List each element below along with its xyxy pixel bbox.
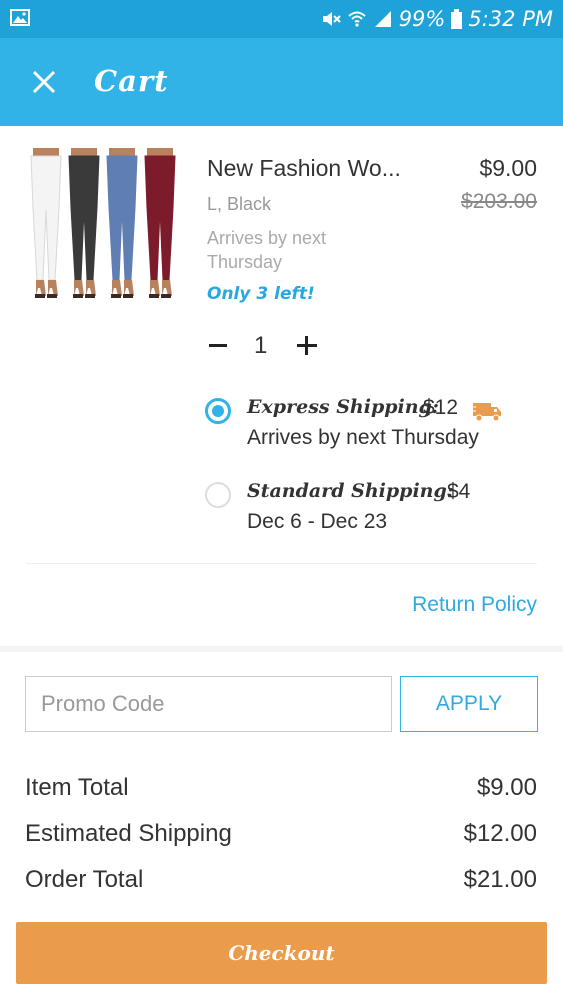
- close-icon[interactable]: [28, 66, 60, 98]
- truck-icon: [471, 403, 501, 422]
- order-total-value: $21.00: [463, 866, 537, 893]
- express-shipping-label: Express Shipping:: [247, 396, 439, 418]
- order-total-label: Order Total: [25, 866, 144, 893]
- battery-percent: 99%: [398, 7, 446, 31]
- stock-notice: Only 3 left!: [207, 284, 315, 304]
- clock: 5:32 PM: [468, 7, 553, 31]
- standard-shipping-dates: Dec 6 - Dec 23: [247, 510, 388, 533]
- promo-code-input[interactable]: [25, 676, 392, 732]
- item-total-value: $9.00: [476, 774, 537, 801]
- quantity-value: 1: [254, 332, 268, 359]
- estimated-shipping-label: Estimated Shipping: [25, 820, 232, 847]
- item-total-label: Item Total: [25, 774, 129, 801]
- gallery-icon: [10, 9, 30, 26]
- return-policy-link[interactable]: Return Policy: [412, 593, 537, 617]
- quantity-increase-button[interactable]: [295, 332, 319, 358]
- product-original-price: $203.00: [461, 190, 537, 213]
- standard-radio[interactable]: [205, 482, 231, 508]
- mute-icon: [322, 12, 341, 26]
- shipping-option-standard[interactable]: Standard Shipping: $4 Dec 6 - Dec 23: [205, 480, 535, 540]
- section-divider: [0, 646, 563, 652]
- standard-shipping-label: Standard Shipping:: [247, 480, 454, 502]
- pants-figure: [30, 148, 62, 298]
- checkout-button[interactable]: Checkout: [16, 922, 547, 984]
- express-shipping-cost: $12: [423, 396, 459, 419]
- product-price: $9.00: [479, 155, 537, 181]
- standard-shipping-cost: $4: [447, 480, 471, 503]
- page-title: Cart: [94, 64, 169, 98]
- product-name[interactable]: New Fashion Wo...: [207, 155, 401, 182]
- signal-icon: [374, 11, 391, 27]
- app-bar: Cart: [0, 38, 563, 126]
- battery-icon: [451, 9, 463, 29]
- apply-button[interactable]: APPLY: [400, 676, 538, 732]
- pants-figure: [68, 148, 100, 298]
- product-arrival: Arrives by next Thursday: [207, 228, 327, 272]
- product-image[interactable]: [26, 148, 180, 306]
- pants-figure: [144, 148, 176, 298]
- divider: [26, 563, 537, 564]
- express-radio[interactable]: [205, 398, 231, 424]
- wifi-icon: [348, 11, 366, 27]
- estimated-shipping-value: $12.00: [463, 820, 537, 847]
- quantity-decrease-button[interactable]: [207, 329, 231, 361]
- status-bar: 99% 5:32 PM: [0, 0, 563, 38]
- pants-figure: [106, 148, 138, 298]
- product-variant: L, Black: [207, 194, 272, 214]
- express-shipping-arrival: Arrives by next Thursday: [247, 426, 479, 449]
- shipping-option-express[interactable]: Express Shipping: $12 Arrives by next Th…: [205, 396, 535, 456]
